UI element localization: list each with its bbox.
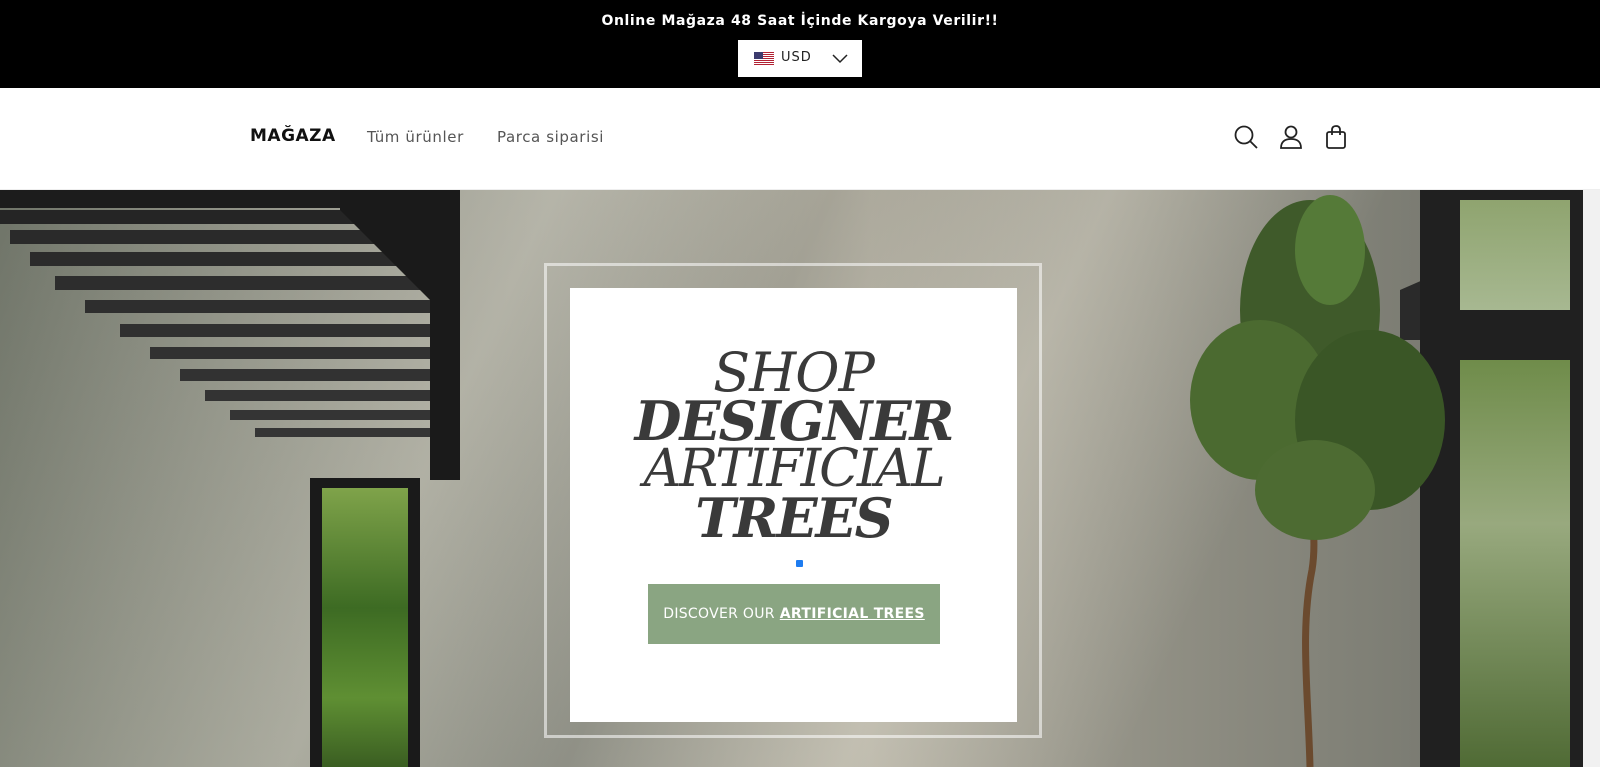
cta-emphasis: ARTIFICIAL TREES: [779, 606, 925, 622]
us-flag-icon: [754, 52, 774, 65]
hero-banner: SHOP DESIGNER ARTIFICIAL TREES DISCOVER …: [0, 190, 1583, 767]
announcement-text: Online Mağaza 48 Saat İçinde Kargoya Ver…: [601, 13, 999, 29]
cart-icon[interactable]: [1323, 124, 1349, 150]
page-scrollbar[interactable]: [1583, 190, 1600, 767]
left-window: [310, 478, 420, 767]
currency-selector[interactable]: USD: [738, 40, 862, 77]
nav-link-parts-order[interactable]: Parca siparisi: [497, 128, 604, 146]
chevron-down-icon: [832, 54, 848, 64]
discover-trees-button[interactable]: DISCOVER OUR ARTIFICIAL TREES: [648, 584, 940, 644]
announcement-bar: Online Mağaza 48 Saat İçinde Kargoya Ver…: [0, 0, 1600, 88]
nav-link-all-products[interactable]: Tüm ürünler: [367, 128, 464, 146]
slider-dot-1[interactable]: [796, 560, 803, 567]
account-icon[interactable]: [1278, 124, 1304, 150]
promo-card: SHOP DESIGNER ARTIFICIAL TREES DISCOVER …: [570, 288, 1017, 722]
ceiling-beams-image: [0, 190, 460, 480]
logo[interactable]: MAĞAZA: [250, 126, 336, 146]
cta-prefix: DISCOVER OUR: [663, 606, 775, 622]
artificial-tree-image: [1190, 195, 1445, 767]
headline-line-4: TREES: [695, 486, 893, 550]
search-icon[interactable]: [1233, 124, 1259, 150]
currency-code: USD: [781, 50, 812, 65]
site-header: MAĞAZA Tüm ürünler Parca siparisi: [0, 88, 1600, 190]
